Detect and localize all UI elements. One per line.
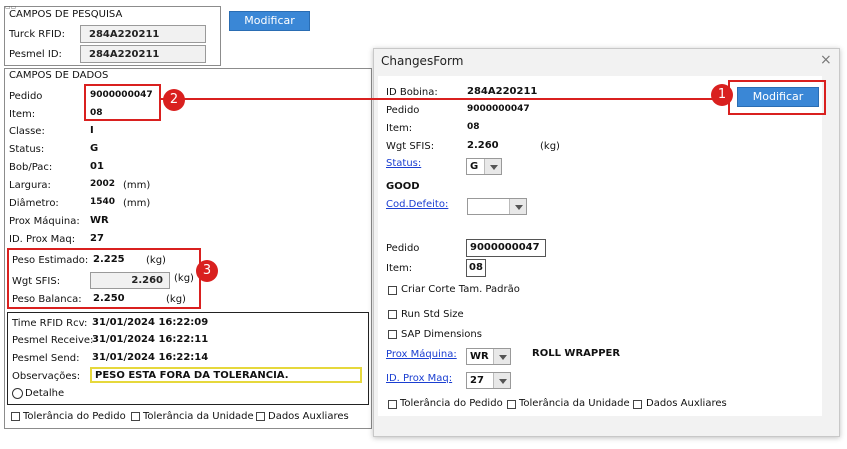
- criar-corte-checkbox[interactable]: [388, 286, 397, 295]
- dialog-wgt-label: Wgt SFIS:: [386, 141, 435, 152]
- diametro-value: 1540: [90, 197, 116, 207]
- observacoes-value: PESO ESTA FORA DA TOLERANCIA.: [95, 370, 289, 381]
- annotation-badge-1: 1: [711, 84, 733, 106]
- id-prox-maq-select[interactable]: 27: [466, 372, 511, 389]
- tol-unidade-checkbox-dialog[interactable]: [507, 400, 516, 409]
- largura-value: 2002: [90, 179, 116, 189]
- connector-line: [161, 98, 728, 100]
- prox-maquina-select-value: WR: [470, 351, 489, 362]
- status-select[interactable]: G: [466, 158, 502, 175]
- chevron-down-icon: [493, 349, 510, 364]
- status-value: G: [90, 143, 99, 154]
- pesmel-id-field[interactable]: 284A220211: [80, 45, 206, 63]
- dialog-item2-value: 08: [469, 262, 483, 273]
- dialog-pedido-value: 9000000047: [467, 104, 530, 114]
- tol-unidade-checkbox-left[interactable]: [131, 412, 140, 421]
- pesmel-receive-label: Pesmel Receive:: [12, 335, 94, 346]
- criar-corte-label: Criar Corte Tam. Padrão: [401, 284, 520, 295]
- id-bobina-label: ID Bobina:: [386, 87, 438, 98]
- id-prox-maq-label: ID. Prox Maq:: [9, 234, 76, 245]
- dialog-item2-label: Item:: [386, 263, 413, 274]
- largura-label: Largura:: [9, 180, 51, 191]
- observacoes-field[interactable]: PESO ESTA FORA DA TOLERANCIA.: [90, 367, 362, 383]
- dialog-pedido2-field[interactable]: 9000000047: [466, 239, 546, 257]
- observacoes-label: Observações:: [12, 371, 81, 382]
- prox-maquina-text: ROLL WRAPPER: [532, 348, 621, 359]
- annotation-badge-3: 3: [196, 260, 218, 282]
- time-rfid-label: Time RFID Rcv:: [12, 318, 88, 329]
- status-text: GOOD: [386, 181, 420, 192]
- largura-unit: (mm): [123, 180, 151, 191]
- prox-maquina-label: Prox Máquina:: [9, 216, 80, 227]
- id-prox-maq-select-value: 27: [470, 375, 484, 386]
- dialog-pedido2-label: Pedido: [386, 243, 420, 254]
- dialog-wgt-unit: (kg): [540, 141, 560, 152]
- turck-rfid-label: Turck RFID:: [9, 29, 66, 40]
- chevron-down-icon: [484, 159, 501, 174]
- classe-label: Classe:: [9, 126, 45, 137]
- classe-value: I: [90, 125, 94, 136]
- cod-defeito-select[interactable]: [467, 198, 527, 215]
- dados-aux-label-dialog: Dados Auxliares: [646, 398, 727, 409]
- highlight-box-weights: [7, 248, 201, 309]
- id-prox-maq-link[interactable]: ID. Prox Maq:: [386, 373, 452, 384]
- detalhe-label: Detalhe: [25, 388, 65, 399]
- pesmel-id-label: Pesmel ID:: [9, 49, 62, 60]
- bobpac-label: Bob/Pac:: [9, 162, 53, 173]
- diametro-unit: (mm): [123, 198, 151, 209]
- highlight-box-modificar: [728, 80, 826, 115]
- prox-maquina-value: WR: [90, 215, 109, 226]
- run-std-size-label: Run Std Size: [401, 309, 464, 320]
- tol-pedido-checkbox-dialog[interactable]: [388, 400, 397, 409]
- prox-maquina-select[interactable]: WR: [466, 348, 511, 365]
- dados-aux-checkbox-dialog[interactable]: [633, 400, 642, 409]
- tol-pedido-label-dialog: Tolerância do Pedido: [400, 398, 503, 409]
- modificar-button-left[interactable]: Modificar: [229, 11, 310, 31]
- dados-aux-checkbox-left[interactable]: [256, 412, 265, 421]
- id-prox-maq-value: 27: [90, 233, 104, 244]
- dialog-item2-field[interactable]: 08: [466, 259, 486, 277]
- status-select-value: G: [470, 161, 479, 172]
- tol-unidade-label-left: Tolerância da Unidade: [143, 411, 254, 422]
- chevron-down-icon: [509, 199, 526, 214]
- highlight-box-pedido: [84, 84, 161, 121]
- dados-title: CAMPOS DE DADOS: [9, 70, 109, 81]
- sap-dimensions-checkbox[interactable]: [388, 330, 397, 339]
- time-rfid-value: 31/01/2024 16:22:09: [92, 317, 209, 328]
- chevron-down-icon: [493, 373, 510, 388]
- annotation-badge-2: 2: [163, 89, 185, 111]
- item-label: Item:: [9, 109, 36, 120]
- pesmel-receive-value: 31/01/2024 16:22:11: [92, 334, 209, 345]
- pesmel-send-label: Pesmel Send:: [12, 353, 80, 364]
- status-label: Status:: [9, 144, 45, 155]
- dialog-item-label: Item:: [386, 123, 413, 134]
- tol-pedido-label-left: Tolerância do Pedido: [23, 411, 126, 422]
- dialog-title: ChangesForm: [381, 54, 464, 68]
- bobpac-value: 01: [90, 161, 104, 172]
- turck-rfid-field[interactable]: 284A220211: [80, 25, 206, 43]
- tol-pedido-checkbox-left[interactable]: [11, 412, 20, 421]
- id-bobina-value: 284A220211: [467, 86, 538, 97]
- pedido-label: Pedido: [9, 91, 43, 102]
- dialog-pedido2-value: 9000000047: [470, 242, 540, 253]
- cod-defeito-link[interactable]: Cod.Defeito:: [386, 199, 448, 210]
- close-icon[interactable]: ×: [820, 52, 832, 68]
- diametro-label: Diâmetro:: [9, 198, 59, 209]
- sap-dimensions-label: SAP Dimensions: [401, 329, 482, 340]
- dialog-pedido-label: Pedido: [386, 105, 420, 116]
- dialog-item-value: 08: [467, 122, 480, 132]
- dialog-wgt-value: 2.260: [467, 140, 499, 151]
- prox-maquina-link[interactable]: Prox Máquina:: [386, 349, 457, 360]
- run-std-size-checkbox[interactable]: [388, 310, 397, 319]
- detalhe-radio[interactable]: [12, 388, 23, 399]
- dialog-body: [378, 76, 822, 416]
- pesquisa-title: CAMPOS DE PESQUISA: [9, 9, 123, 20]
- status-link[interactable]: Status:: [386, 158, 421, 169]
- pesmel-send-value: 31/01/2024 16:22:14: [92, 352, 209, 363]
- tol-unidade-label-dialog: Tolerância da Unidade: [519, 398, 630, 409]
- dados-aux-label-left: Dados Auxliares: [268, 411, 349, 422]
